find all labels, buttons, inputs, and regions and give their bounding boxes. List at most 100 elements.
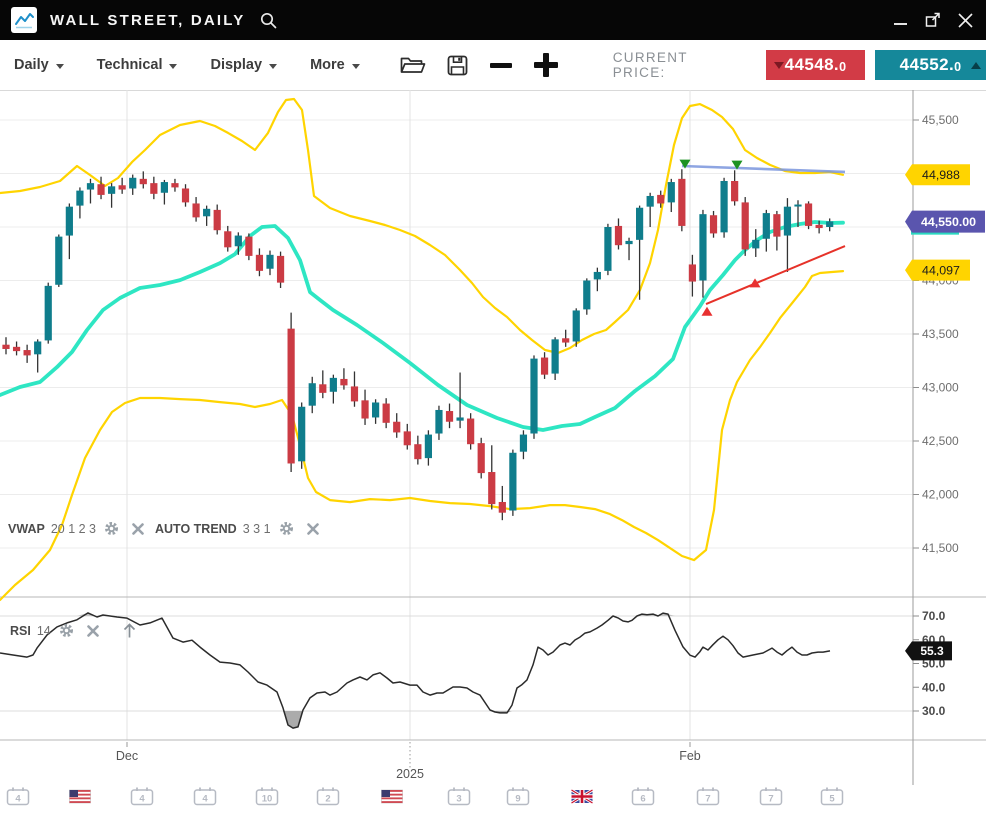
arrow-up-icon xyxy=(971,62,981,69)
flag-us-icon[interactable] xyxy=(382,790,403,803)
candle-body-down xyxy=(678,179,685,226)
open-folder-icon[interactable] xyxy=(400,56,426,75)
price-tick-label: 43,500 xyxy=(922,327,959,341)
calendar-day-number: 6 xyxy=(640,794,645,805)
candlestick xyxy=(552,337,559,380)
chevron-down-icon xyxy=(269,64,277,69)
sell-price-decimal: 0 xyxy=(839,60,846,74)
candlestick xyxy=(277,252,284,288)
calendar-event-icon[interactable]: 7 xyxy=(761,788,782,805)
candle-body-up xyxy=(456,417,463,420)
candle-body-down xyxy=(24,350,31,355)
candlestick xyxy=(647,193,654,227)
calendar-event-icon[interactable]: 4 xyxy=(195,788,216,805)
popout-button[interactable] xyxy=(924,11,942,29)
chart-toolbar: Daily Technical Display More CURRENT PRI… xyxy=(0,40,986,91)
candlestick xyxy=(340,368,347,389)
year-label: 2025 xyxy=(396,767,424,781)
calendar-event-icon[interactable]: 2 xyxy=(318,788,339,805)
month-label: Feb xyxy=(679,749,701,763)
calendar-event-icon[interactable]: 9 xyxy=(508,788,529,805)
trendline-resistance xyxy=(682,166,845,172)
candle-body-up xyxy=(330,378,337,392)
calendar-event-icon[interactable]: 4 xyxy=(132,788,153,805)
rsi-settings-gear-icon[interactable] xyxy=(58,622,75,639)
candlestick xyxy=(34,339,41,372)
candle-body-down xyxy=(499,502,506,513)
candle-body-down xyxy=(361,400,368,418)
flag-us-icon[interactable] xyxy=(70,790,91,803)
candle-body-up xyxy=(636,208,643,240)
minimize-button[interactable] xyxy=(892,11,910,29)
autotrend-indicator-label: AUTO TREND 3 3 1 xyxy=(155,520,319,537)
candle-body-up xyxy=(573,310,580,341)
calendar-day-number: 4 xyxy=(202,794,208,805)
display-menu[interactable]: Display xyxy=(210,57,277,73)
candle-body-up xyxy=(129,178,136,189)
vwap-params: 20 1 2 3 xyxy=(51,522,96,536)
candlestick xyxy=(668,179,675,212)
autotrend-params: 3 3 1 xyxy=(243,522,271,536)
candlestick xyxy=(383,398,390,428)
candlestick xyxy=(435,406,442,440)
candlestick xyxy=(150,177,157,199)
save-icon[interactable] xyxy=(447,55,468,76)
chart-area: 45,50045,00044,50044,00043,50043,00042,5… xyxy=(0,90,986,811)
close-button[interactable] xyxy=(956,11,974,29)
buy-price-value: 44552. xyxy=(900,55,954,75)
candlestick xyxy=(625,238,632,260)
autotrend-remove-icon[interactable] xyxy=(307,523,319,535)
candle-body-up xyxy=(583,281,590,310)
candle-body-down xyxy=(256,255,263,271)
more-menu[interactable]: More xyxy=(310,57,360,73)
trendline-support xyxy=(706,246,845,304)
candlestick xyxy=(573,308,580,347)
calendar-day-number: 3 xyxy=(456,794,461,805)
price-tick-label: 43,000 xyxy=(922,381,959,395)
candle-body-down xyxy=(319,384,326,393)
candlestick xyxy=(66,203,73,259)
candlestick xyxy=(414,436,421,465)
candle-body-up xyxy=(425,435,432,459)
rsi-collapse-arrow-icon[interactable] xyxy=(122,622,137,639)
search-icon[interactable] xyxy=(259,11,278,30)
candlestick xyxy=(256,248,263,276)
rsi-params: 14 xyxy=(37,624,51,638)
price-chart-canvas[interactable]: 45,50045,00044,50044,00043,50043,00042,5… xyxy=(0,90,986,811)
technical-menu[interactable]: Technical xyxy=(97,57,178,73)
candlestick xyxy=(171,179,178,192)
candlestick xyxy=(361,390,368,425)
autotrend-label: AUTO TREND xyxy=(155,522,237,536)
candle-body-down xyxy=(404,431,411,445)
calendar-event-icon[interactable]: 7 xyxy=(698,788,719,805)
candlestick xyxy=(13,341,20,355)
vwap-label: VWAP xyxy=(8,522,45,536)
vwap-remove-icon[interactable] xyxy=(132,523,144,535)
zoom-out-button[interactable] xyxy=(490,63,512,68)
rsi-remove-icon[interactable] xyxy=(87,625,99,637)
chevron-down-icon xyxy=(56,64,64,69)
candle-body-down xyxy=(731,181,738,201)
app-logo-icon xyxy=(11,7,37,33)
candlestick xyxy=(76,187,83,218)
candle-body-up xyxy=(435,410,442,434)
calendar-event-icon[interactable]: 4 xyxy=(8,788,29,805)
calendar-event-icon[interactable]: 3 xyxy=(449,788,470,805)
candle-body-up xyxy=(87,183,94,189)
zoom-in-button[interactable] xyxy=(534,53,558,77)
vwap-settings-gear-icon[interactable] xyxy=(103,520,120,537)
candlestick xyxy=(203,206,210,226)
buy-price-badge[interactable]: 44552.0 xyxy=(875,50,986,80)
autotrend-settings-gear-icon[interactable] xyxy=(278,520,295,537)
chevron-down-icon xyxy=(352,64,360,69)
candlestick xyxy=(773,211,780,251)
rsi-tick-label: 30.0 xyxy=(922,704,946,718)
timeframe-menu[interactable]: Daily xyxy=(14,57,64,73)
sell-price-badge[interactable]: 44548.0 xyxy=(766,50,865,80)
calendar-event-icon[interactable]: 5 xyxy=(822,788,843,805)
price-tick-label: 42,000 xyxy=(922,488,959,502)
calendar-event-icon[interactable]: 10 xyxy=(257,788,278,805)
candle-body-up xyxy=(108,186,115,193)
calendar-event-icon[interactable]: 6 xyxy=(633,788,654,805)
flag-uk-icon[interactable] xyxy=(572,790,593,803)
